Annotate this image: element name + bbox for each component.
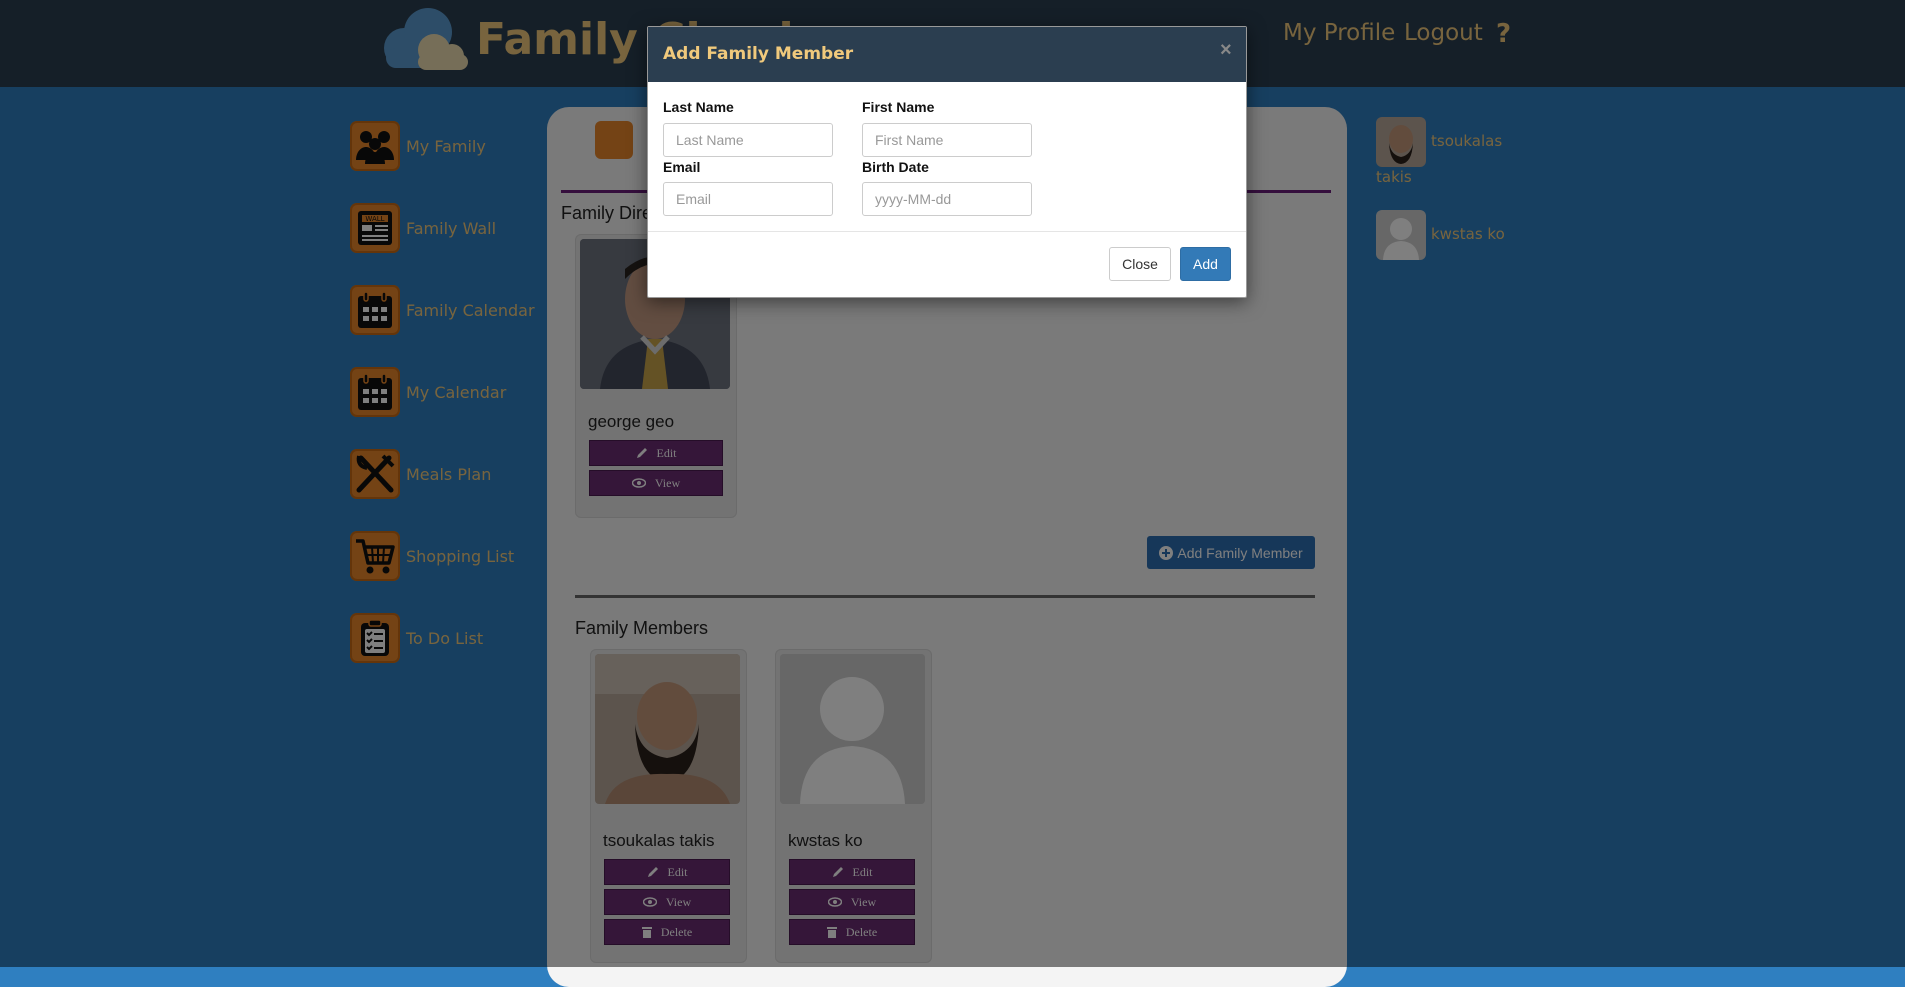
birth-date-label: Birth Date xyxy=(862,159,929,175)
modal-header: Add Family Member × xyxy=(648,27,1246,82)
first-name-label: First Name xyxy=(862,99,935,115)
add-button[interactable]: Add xyxy=(1180,247,1231,281)
last-name-input[interactable] xyxy=(663,123,833,157)
email-input[interactable] xyxy=(663,182,833,216)
add-family-member-modal: Add Family Member × Last Name First Name… xyxy=(647,26,1247,298)
birth-date-input[interactable] xyxy=(862,182,1032,216)
last-name-label: Last Name xyxy=(663,99,734,115)
close-icon[interactable]: × xyxy=(1220,39,1232,62)
modal-divider xyxy=(648,231,1246,232)
modal-title: Add Family Member xyxy=(663,44,854,64)
close-button[interactable]: Close xyxy=(1109,247,1171,281)
first-name-input[interactable] xyxy=(862,123,1032,157)
email-label: Email xyxy=(663,159,701,175)
